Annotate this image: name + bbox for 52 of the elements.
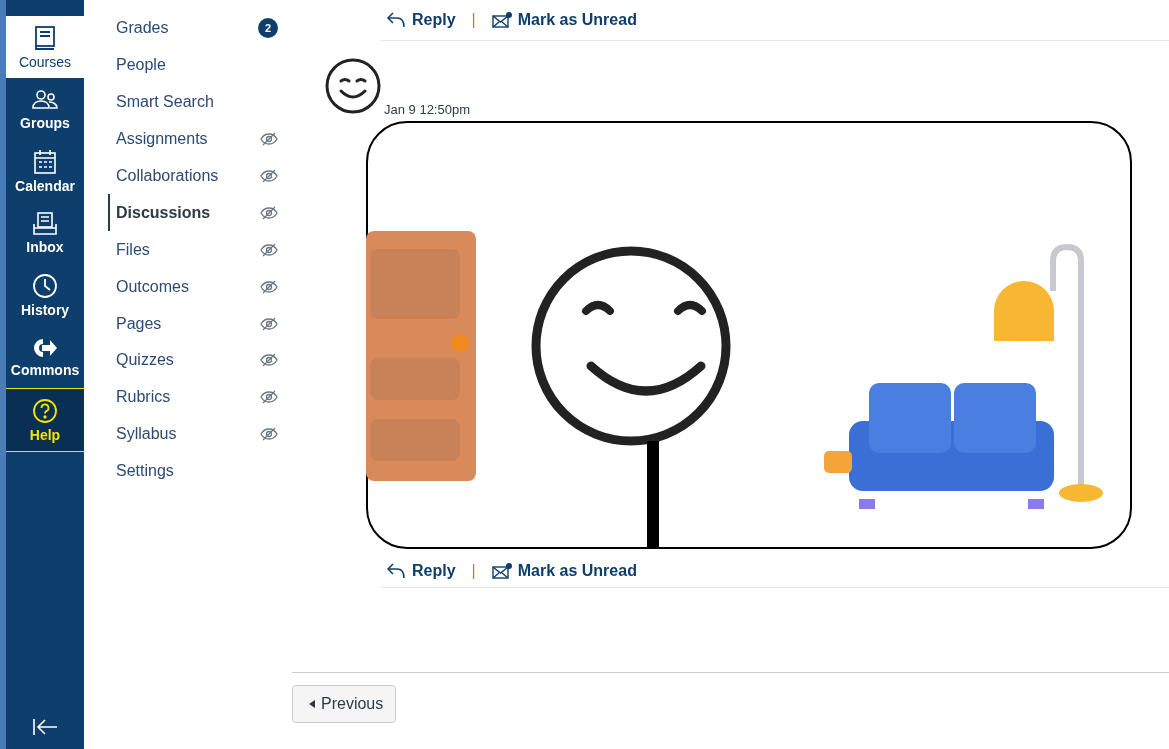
hidden-eye-icon bbox=[260, 205, 278, 220]
global-nav-item[interactable]: Courses bbox=[6, 16, 84, 78]
hidden-eye-icon bbox=[260, 427, 278, 442]
hidden-eye-icon bbox=[260, 316, 278, 331]
hidden-eye-icon bbox=[260, 169, 278, 183]
caret-icon bbox=[309, 700, 315, 708]
timestamp: Jan 9 12:50pm bbox=[384, 102, 470, 117]
course-nav-link[interactable]: Smart Search bbox=[108, 83, 292, 121]
global-nav-item[interactable]: Calendar bbox=[6, 140, 84, 202]
mail-dot-icon bbox=[491, 562, 512, 580]
count-badge: 2 bbox=[258, 18, 278, 39]
collapse-arrow-icon bbox=[32, 718, 58, 736]
reply-arrow-icon bbox=[386, 11, 406, 29]
mark-as-unread-link[interactable]: Mark as Unread bbox=[491, 562, 637, 580]
reply-arrow-icon bbox=[386, 562, 406, 580]
inbox-icon bbox=[32, 211, 58, 236]
course-nav-link[interactable]: Pages bbox=[108, 305, 292, 342]
course-nav-link[interactable]: Assignments bbox=[108, 120, 292, 158]
course-nav-link[interactable]: Collaborations bbox=[108, 157, 292, 195]
course-nav-link[interactable]: Discussions bbox=[108, 194, 292, 232]
course-nav-link[interactable]: Quizzes bbox=[108, 342, 292, 379]
book-icon bbox=[33, 24, 57, 51]
reply-link[interactable]: Reply bbox=[386, 562, 456, 580]
course-nav-link[interactable]: Outcomes bbox=[108, 268, 292, 306]
smiley-avatar-icon bbox=[324, 57, 382, 115]
mark-as-unread-link[interactable]: Mark as Unread bbox=[491, 11, 637, 29]
reply-link[interactable]: Reply bbox=[386, 11, 456, 29]
hidden-eye-icon bbox=[260, 279, 278, 294]
course-nav-link[interactable]: Rubrics bbox=[108, 378, 292, 416]
course-nav-link[interactable]: Syllabus bbox=[108, 415, 292, 453]
global-nav-item[interactable]: History bbox=[6, 264, 84, 326]
course-nav-link[interactable]: Files bbox=[108, 231, 292, 269]
hidden-eye-icon bbox=[260, 242, 278, 257]
course-nav-link[interactable]: People bbox=[108, 46, 292, 84]
separator: | bbox=[471, 11, 476, 29]
global-nav-item[interactable]: Help bbox=[6, 388, 84, 452]
separator: | bbox=[471, 562, 476, 580]
global-nav-item[interactable]: Commons bbox=[6, 326, 84, 388]
hidden-eye-icon bbox=[260, 132, 278, 147]
help-icon bbox=[32, 397, 58, 424]
mail-dot-icon bbox=[491, 11, 512, 29]
hidden-eye-icon bbox=[260, 353, 278, 368]
previous-button[interactable]: Previous bbox=[292, 685, 397, 723]
calendar-icon bbox=[33, 148, 57, 175]
course-nav-link[interactable]: Settings bbox=[108, 452, 292, 490]
global-nav-item[interactable]: Inbox bbox=[6, 202, 84, 264]
course-nav-link[interactable]: Grades 2 bbox=[108, 10, 292, 47]
clock-icon bbox=[32, 272, 58, 299]
global-nav-item[interactable]: Groups bbox=[6, 78, 84, 140]
hidden-eye-icon bbox=[260, 390, 278, 405]
arrow-out-icon bbox=[32, 336, 58, 359]
people-icon bbox=[31, 87, 59, 112]
